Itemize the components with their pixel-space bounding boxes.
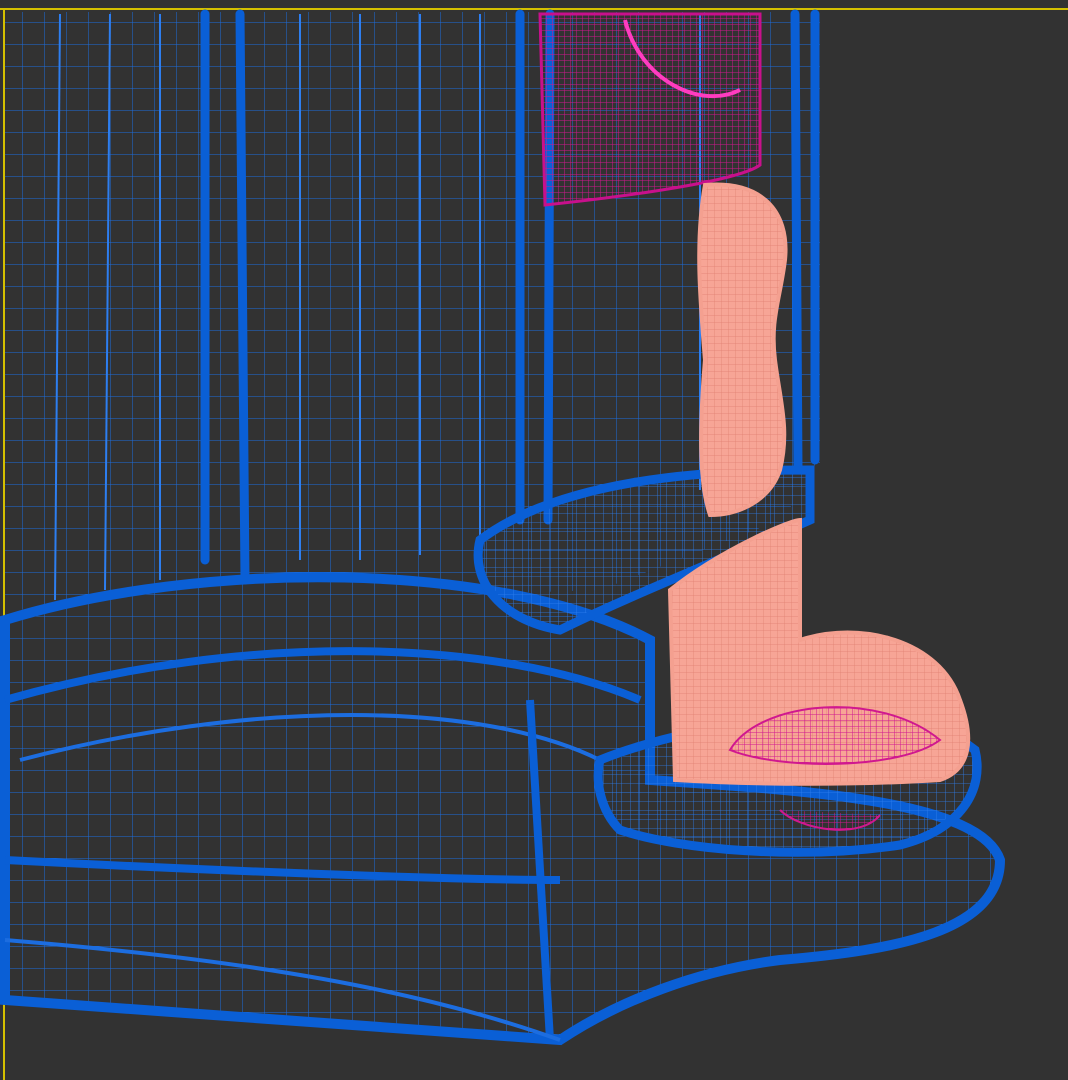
- wireframe-scene[interactable]: [0, 0, 1068, 1080]
- spout-handle[interactable]: [697, 182, 788, 518]
- top-panel[interactable]: [538, 12, 762, 207]
- viewport-3d-wireframe[interactable]: [0, 0, 1068, 1080]
